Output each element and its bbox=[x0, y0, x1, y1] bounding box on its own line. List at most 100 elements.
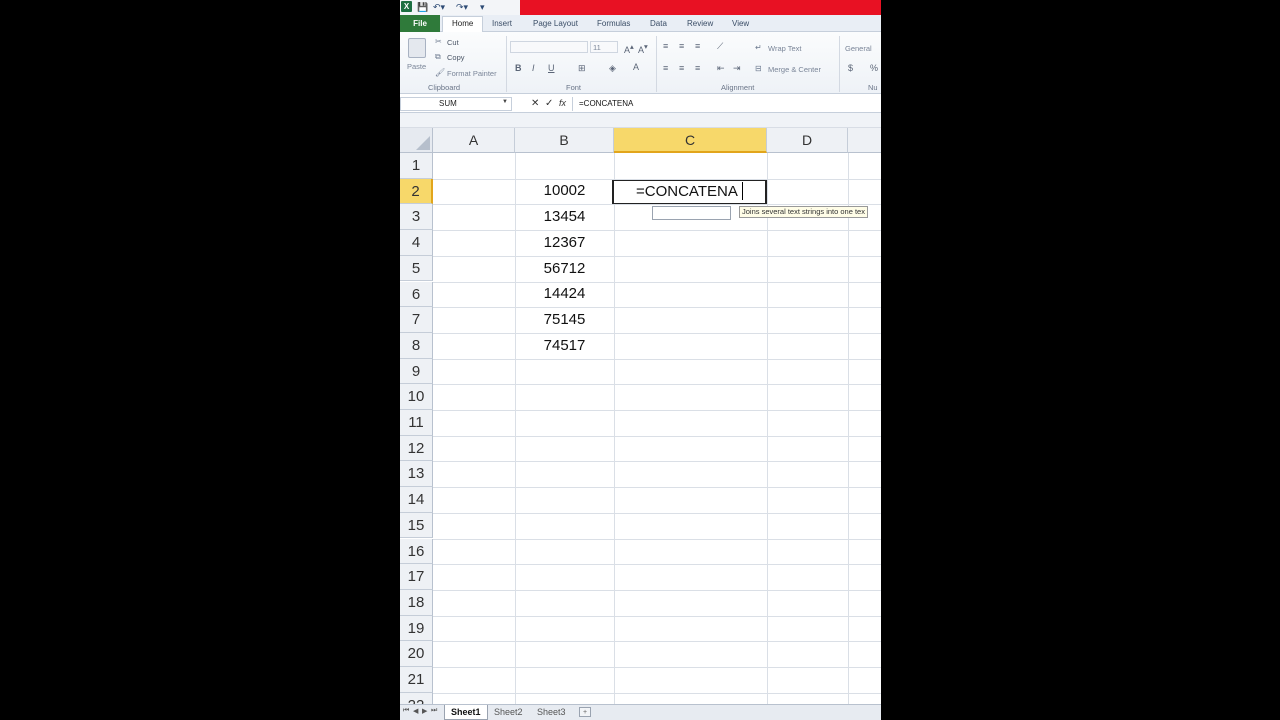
row-header-19[interactable]: 19 bbox=[400, 615, 433, 642]
format-painter-icon: 🖌 bbox=[435, 68, 446, 77]
chevron-down-icon[interactable]: ▼ bbox=[502, 99, 508, 105]
tab-insert[interactable]: Insert bbox=[492, 17, 512, 32]
orientation-icon[interactable]: ⟋ bbox=[717, 41, 723, 52]
cell-b6[interactable]: 14424 bbox=[515, 285, 614, 302]
cell-b4[interactable]: 12367 bbox=[515, 234, 614, 251]
row-header-14[interactable]: 14 bbox=[400, 487, 433, 513]
sheet-tab-2[interactable]: Sheet2 bbox=[488, 705, 529, 720]
decrease-indent-icon[interactable]: ⇤ bbox=[717, 63, 725, 74]
column-header-e[interactable] bbox=[848, 128, 881, 153]
redo-icon[interactable]: ↷▾ bbox=[456, 1, 468, 13]
autocomplete-list[interactable] bbox=[652, 206, 731, 220]
bold-button[interactable]: B bbox=[515, 63, 522, 73]
alignment-group-label: Alignment bbox=[721, 83, 755, 92]
cancel-icon[interactable]: ✕ bbox=[531, 98, 539, 109]
sheet-tab-1[interactable]: Sheet1 bbox=[444, 705, 488, 720]
insert-function-icon[interactable]: fx bbox=[559, 98, 566, 108]
format-painter-button[interactable]: Format Painter bbox=[447, 69, 497, 78]
row-header-9[interactable]: 9 bbox=[400, 358, 433, 385]
next-sheet-icon[interactable]: ▶ bbox=[422, 707, 427, 715]
tab-file[interactable]: File bbox=[400, 15, 440, 32]
prev-sheet-icon[interactable]: ◀ bbox=[413, 707, 418, 715]
paste-icon[interactable] bbox=[408, 38, 426, 58]
spreadsheet-grid[interactable]: A B C D 10002 13454 12367 56712 14424 75… bbox=[400, 128, 881, 720]
fill-color-icon[interactable]: ◈ bbox=[609, 63, 616, 74]
name-box[interactable]: SUM bbox=[400, 97, 512, 111]
new-sheet-icon[interactable]: + bbox=[579, 707, 591, 717]
row-header-2[interactable]: 2 bbox=[400, 178, 433, 205]
merge-center-button[interactable]: Merge & Center bbox=[768, 65, 821, 74]
cell-b7[interactable]: 75145 bbox=[515, 311, 614, 328]
tab-home[interactable]: Home bbox=[442, 16, 484, 33]
cut-button[interactable]: Cut bbox=[447, 38, 459, 47]
first-sheet-icon[interactable]: ⏮ bbox=[403, 707, 409, 715]
tab-view[interactable]: View bbox=[732, 17, 749, 32]
font-size-combo[interactable]: 11 bbox=[590, 41, 618, 53]
customize-toolbar-icon[interactable]: ▾ bbox=[480, 1, 485, 13]
row-header-11[interactable]: 11 bbox=[400, 410, 433, 436]
align-center-icon[interactable]: ≡ bbox=[679, 63, 684, 73]
row-header-6[interactable]: 6 bbox=[400, 281, 433, 308]
wrap-text-button[interactable]: Wrap Text bbox=[768, 44, 802, 53]
currency-button[interactable]: $ bbox=[848, 63, 853, 73]
number-group-label: Nu bbox=[868, 83, 878, 92]
row-header-13[interactable]: 13 bbox=[400, 461, 433, 488]
tab-formulas[interactable]: Formulas bbox=[597, 17, 630, 32]
column-header-c[interactable]: C bbox=[614, 128, 767, 153]
cell-b8[interactable]: 74517 bbox=[515, 337, 614, 354]
last-sheet-icon[interactable]: ⏭ bbox=[431, 707, 437, 715]
gridline bbox=[433, 512, 881, 514]
gridline bbox=[767, 153, 768, 704]
increase-indent-icon[interactable]: ⇥ bbox=[733, 63, 741, 74]
row-header-3[interactable]: 3 bbox=[400, 204, 433, 231]
row-header-5[interactable]: 5 bbox=[400, 255, 433, 282]
borders-icon[interactable]: ⊞ bbox=[578, 63, 586, 74]
row-header-20[interactable]: 20 bbox=[400, 641, 433, 667]
title-bar-red bbox=[520, 0, 881, 15]
align-middle-icon[interactable]: ≡ bbox=[679, 41, 684, 51]
paste-button[interactable]: Paste bbox=[407, 62, 426, 71]
underline-button[interactable]: U bbox=[548, 63, 555, 73]
excel-logo-icon: X bbox=[401, 1, 412, 12]
column-header-a[interactable]: A bbox=[433, 128, 515, 153]
row-header-12[interactable]: 12 bbox=[400, 435, 433, 462]
cell-b5[interactable]: 56712 bbox=[515, 260, 614, 277]
row-header-18[interactable]: 18 bbox=[400, 589, 433, 616]
column-header-d[interactable]: D bbox=[767, 128, 848, 153]
percent-button[interactable]: % bbox=[870, 63, 878, 73]
save-icon[interactable]: 💾 bbox=[417, 1, 428, 13]
undo-icon[interactable]: ↶▾ bbox=[433, 1, 445, 13]
row-header-1[interactable]: 1 bbox=[400, 153, 433, 179]
tab-review[interactable]: Review bbox=[687, 17, 713, 32]
grow-font-icon[interactable]: A▴ bbox=[624, 42, 634, 55]
tab-page-layout[interactable]: Page Layout bbox=[533, 17, 578, 32]
font-color-icon[interactable]: A bbox=[633, 62, 639, 72]
select-all-corner[interactable] bbox=[400, 128, 433, 153]
copy-button[interactable]: Copy bbox=[447, 53, 465, 62]
row-header-4[interactable]: 4 bbox=[400, 230, 433, 256]
row-header-15[interactable]: 15 bbox=[400, 512, 433, 539]
row-header-8[interactable]: 8 bbox=[400, 332, 433, 359]
row-header-16[interactable]: 16 bbox=[400, 538, 433, 565]
cell-b3[interactable]: 13454 bbox=[515, 208, 614, 225]
sheet-tab-3[interactable]: Sheet3 bbox=[531, 705, 572, 720]
align-left-icon[interactable]: ≡ bbox=[663, 63, 668, 73]
row-header-10[interactable]: 10 bbox=[400, 384, 433, 410]
tab-data[interactable]: Data bbox=[650, 17, 667, 32]
row-header-21[interactable]: 21 bbox=[400, 667, 433, 693]
gridline bbox=[433, 667, 881, 668]
row-header-17[interactable]: 17 bbox=[400, 564, 433, 590]
cell-b2[interactable]: 10002 bbox=[515, 182, 614, 199]
formula-input[interactable]: =CONCATENA bbox=[572, 97, 881, 111]
row-header-7[interactable]: 7 bbox=[400, 307, 433, 333]
align-top-icon[interactable]: ≡ bbox=[663, 41, 668, 51]
gridline bbox=[433, 307, 881, 309]
align-bottom-icon[interactable]: ≡ bbox=[695, 41, 700, 51]
align-right-icon[interactable]: ≡ bbox=[695, 63, 700, 73]
column-header-b[interactable]: B bbox=[515, 128, 614, 153]
shrink-font-icon[interactable]: A▾ bbox=[638, 42, 648, 55]
number-format-combo[interactable]: General bbox=[845, 44, 872, 53]
font-name-combo[interactable] bbox=[510, 41, 588, 53]
italic-button[interactable]: I bbox=[532, 63, 535, 73]
enter-icon[interactable]: ✓ bbox=[545, 98, 553, 109]
